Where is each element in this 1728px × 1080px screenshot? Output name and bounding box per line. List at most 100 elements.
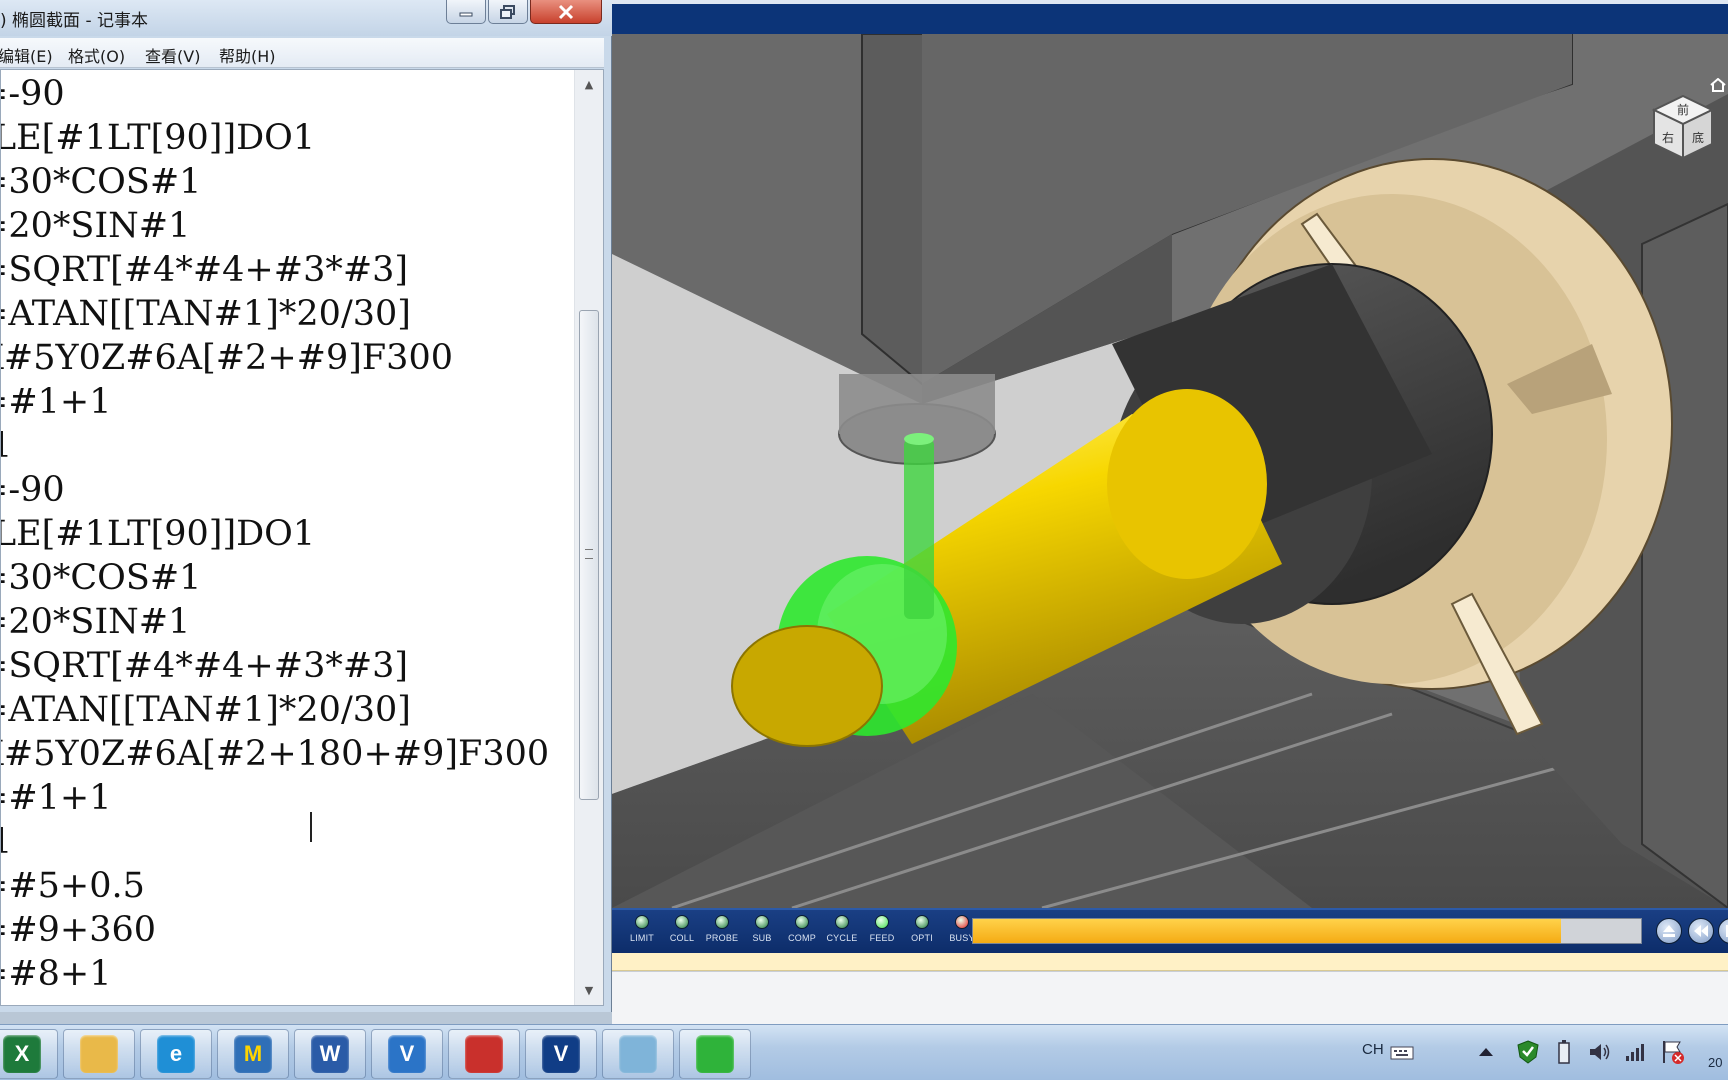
indicator-label: FEED — [869, 933, 895, 943]
rewind-icon — [1694, 925, 1708, 937]
indicator-label: COMP — [788, 933, 816, 943]
code-line: X#5Y0Z#6A[#2+#9]F300 — [0, 338, 453, 378]
indicator-sub: SUB — [744, 915, 780, 943]
security-shield-icon[interactable] — [1516, 1039, 1540, 1065]
home-icon[interactable] — [1710, 78, 1726, 92]
indicator-label: LIMIT — [629, 933, 654, 943]
indicator-limit: LIMIT — [624, 915, 660, 943]
taskbar-app-explorer[interactable] — [63, 1029, 135, 1079]
indicator-light-icon — [715, 915, 729, 929]
action-center-flag-icon[interactable] — [1660, 1039, 1686, 1065]
code-line: 1 — [1, 424, 549, 468]
keyboard-icon[interactable] — [1390, 1043, 1416, 1061]
volume-icon[interactable] — [1588, 1041, 1612, 1063]
indicator-comp: COMP — [784, 915, 820, 943]
pause-button[interactable] — [1718, 918, 1728, 944]
indicator-light-icon — [955, 915, 969, 929]
indicator-label: PROBE — [705, 933, 739, 943]
code-line: ILE[#1LT[90]]DO1 — [0, 118, 316, 158]
rewind-button[interactable] — [1688, 918, 1714, 944]
ime-indicator[interactable]: CH — [1362, 1041, 1384, 1058]
indicator-light-icon — [835, 915, 849, 929]
taskbar-app-vericut[interactable]: V — [371, 1029, 443, 1079]
code-line: =20*SIN#1 — [0, 602, 191, 642]
view-cube[interactable]: 前 右 底 — [1648, 92, 1718, 162]
indicator-opti: OPTI — [904, 915, 940, 943]
minimize-icon — [459, 12, 473, 16]
taskbar-app-notepad[interactable] — [602, 1029, 674, 1079]
vericut-dark-icon: V — [542, 1035, 580, 1073]
taskbar: Xe M W V V CH 20 — [0, 1024, 1728, 1080]
taskbar-app-excel[interactable]: X — [0, 1029, 58, 1079]
close-icon — [558, 4, 574, 19]
globe-icon — [465, 1035, 503, 1073]
indicator-light-icon — [755, 915, 769, 929]
maximize-button[interactable] — [488, 0, 528, 24]
window-title: ) 椭圆截面 - 记事本 — [0, 11, 148, 31]
word-icon: W — [311, 1035, 349, 1073]
indicator-label: OPTI — [911, 933, 933, 943]
menu-edit[interactable]: 编辑(E) — [0, 43, 53, 67]
close-button[interactable] — [530, 0, 602, 24]
code-line: =SQRT[#4*#4+#3*#3] — [0, 250, 409, 290]
text-editor[interactable]: =-90ILE[#1LT[90]]DO1=30*COS#1=20*SIN#1=S… — [0, 69, 604, 1006]
code-text: =-90ILE[#1LT[90]]DO1=30*COS#1=20*SIN#1=S… — [0, 72, 550, 996]
menu-view[interactable]: 查看(V) — [145, 43, 200, 67]
simulation-window: 前 右 底 LIMIT COLL PROBE SUB COMP CYCLE FEED OPTI… — [612, 0, 1728, 1024]
code-line: =SQRT[#4*#4+#3*#3] — [0, 646, 409, 686]
status-toolbar: LIMIT COLL PROBE SUB COMP CYCLE FEED OPTI BUSY — [612, 908, 1728, 953]
code-line: =-90 — [1, 470, 65, 510]
code-line: X#5Y0Z#6A[#2+180+#9]F300 — [0, 734, 550, 774]
taskbar-app-wechat[interactable] — [679, 1029, 751, 1079]
indicator-light-icon — [675, 915, 689, 929]
code-line: =30*COS#1 — [0, 558, 202, 598]
network-signal-icon[interactable] — [1624, 1041, 1648, 1063]
viewcube-front-label: 前 — [1677, 102, 1689, 117]
indicator-light-icon — [875, 915, 889, 929]
progress-fill — [973, 919, 1561, 943]
reset-button[interactable] — [1656, 918, 1682, 944]
ie-icon: e — [157, 1035, 195, 1073]
indicator-feed: FEED — [864, 915, 900, 943]
taskbar-app-vericut2[interactable]: V — [525, 1029, 597, 1079]
3d-viewport[interactable]: 前 右 底 — [612, 34, 1728, 908]
battery-icon[interactable] — [1556, 1039, 1572, 1065]
viewcube-right-label: 右 — [1662, 130, 1674, 145]
indicator-probe: PROBE — [704, 915, 740, 943]
machine-scene — [612, 34, 1728, 908]
scroll-thumb[interactable] — [579, 310, 599, 800]
menu-format[interactable]: 格式(O) — [68, 43, 125, 67]
notepad-icon — [619, 1035, 657, 1073]
indicator-label: CYCLE — [826, 933, 858, 943]
notepad-titlebar[interactable]: ) 椭圆截面 - 记事本 — [0, 0, 612, 36]
show-hidden-icons-icon[interactable] — [1478, 1045, 1494, 1059]
restore-icon — [500, 4, 515, 19]
code-line: ILE[#1LT[90]]DO1 — [0, 514, 316, 554]
indicator-light-icon — [635, 915, 649, 929]
indicator-coll: COLL — [664, 915, 700, 943]
menu-help[interactable]: 帮助(H) — [219, 43, 276, 67]
text-cursor — [310, 812, 312, 842]
code-line: =#1+1 — [1, 778, 112, 818]
taskbar-app-ie[interactable]: e — [140, 1029, 212, 1079]
taskbar-app-vericut-m[interactable]: M — [217, 1029, 289, 1079]
minimize-button[interactable] — [446, 0, 486, 24]
code-line: =30*COS#1 — [0, 162, 202, 202]
scroll-up-icon[interactable]: ▲ — [575, 70, 603, 98]
simulation-progress-bar — [972, 918, 1642, 944]
magnifier-app-icon: M — [234, 1035, 272, 1073]
excel-icon: X — [3, 1035, 41, 1073]
code-line: =#9+360 — [1, 910, 157, 950]
status-strip — [612, 953, 1728, 971]
vertical-scrollbar[interactable]: ▲ ▼ — [574, 70, 603, 1005]
vericut-icon: V — [388, 1035, 426, 1073]
menu-bar: 编辑(E) 格式(O) 查看(V) 帮助(H) — [0, 38, 604, 68]
taskbar-app-globe[interactable] — [448, 1029, 520, 1079]
code-line: =ATAN[[TAN#1]*20/30] — [0, 294, 411, 334]
notepad-window: ) 椭圆截面 - 记事本 编辑(E) 格式(O) 查看(V) 帮助(H) =-9… — [0, 0, 612, 1012]
grip-icon — [585, 549, 593, 559]
taskbar-app-word[interactable]: W — [294, 1029, 366, 1079]
clock-partial[interactable]: 20 — [1708, 1055, 1722, 1070]
scroll-down-icon[interactable]: ▼ — [575, 976, 603, 1004]
sim-bottom-panel — [612, 971, 1728, 1024]
